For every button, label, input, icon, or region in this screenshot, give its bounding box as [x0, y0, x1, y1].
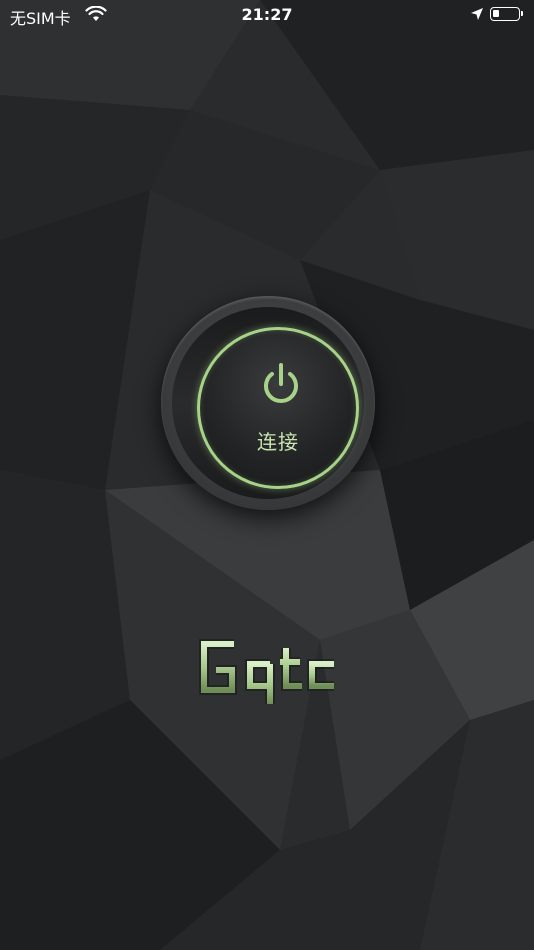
- connect-button-label: 连接: [257, 430, 299, 454]
- status-bar: 无SIM卡 21:27: [0, 0, 534, 30]
- battery-level-fill: [493, 10, 499, 17]
- power-icon: [264, 363, 298, 403]
- status-time: 21:27: [241, 5, 293, 24]
- battery-icon: [490, 7, 523, 21]
- brand-logo: [199, 639, 334, 704]
- connect-button[interactable]: 连接: [161, 296, 375, 510]
- connect-button-rim: 连接: [172, 307, 364, 499]
- location-arrow-icon: [471, 8, 483, 20]
- connect-button-ring: 连接: [197, 327, 359, 489]
